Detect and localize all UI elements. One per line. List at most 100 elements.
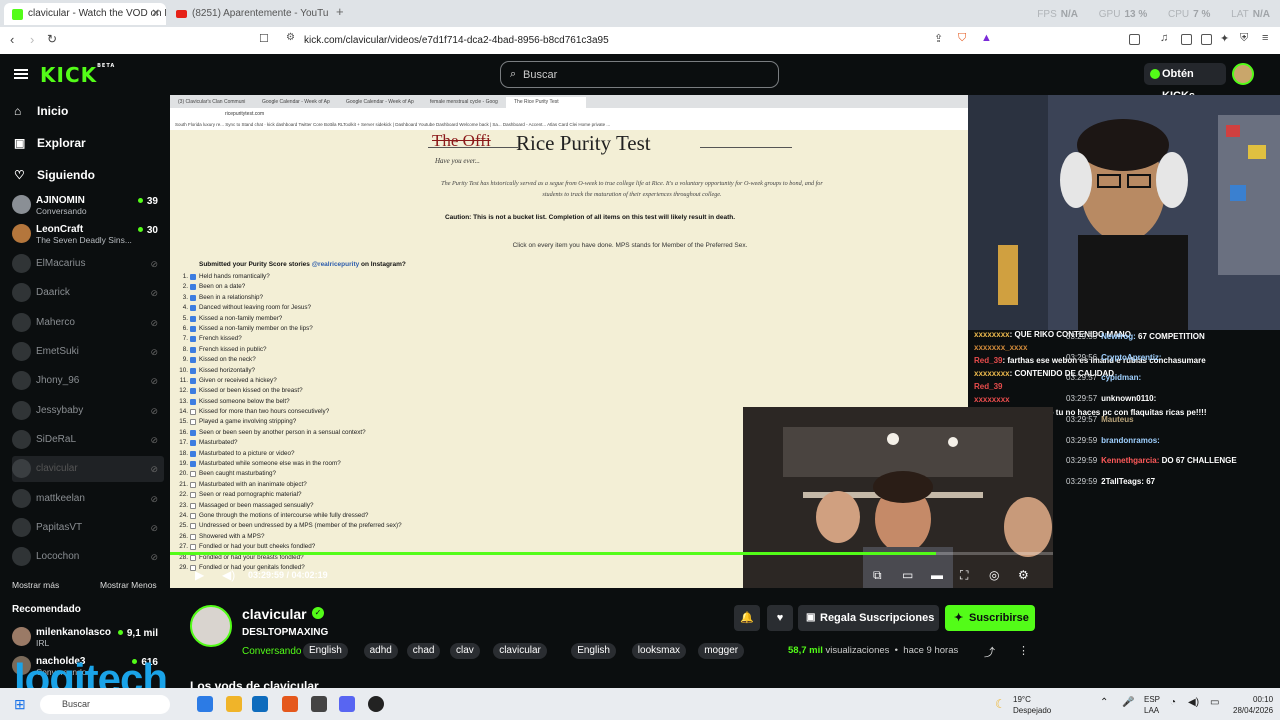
rice-question-item[interactable]: 19. Masturbated while someone else was in… — [170, 459, 730, 469]
leo-ai-icon[interactable]: ✦ — [1220, 32, 1229, 45]
sidebar-item-explorar[interactable]: ▣ Explorar — [14, 136, 86, 150]
kick-logo[interactable]: KICKBETA — [40, 63, 115, 87]
rice-question-item[interactable]: 3. Been in a relationship? — [170, 293, 730, 303]
brave-rewards-icon[interactable]: ▲ — [981, 32, 992, 44]
rice-question-item[interactable]: 18. Masturbated to a picture or video? — [170, 449, 730, 459]
settings-gear-icon[interactable]: ⚙ — [1018, 568, 1029, 582]
tag-pill[interactable]: looksmax — [631, 643, 687, 659]
question-checkbox[interactable] — [190, 419, 196, 426]
tag-pill[interactable]: chad — [406, 643, 441, 659]
question-checkbox[interactable] — [190, 367, 196, 374]
following-channel-offline[interactable]: Maherco ⊘ — [12, 310, 164, 336]
chat-user[interactable]: Red_39 — [974, 382, 1002, 391]
rice-question-item[interactable]: 2. Been on a date? — [170, 282, 730, 292]
taskbar-search[interactable]: Buscar — [40, 695, 170, 714]
rice-question-item[interactable]: 25. Undressed or been undressed by a MPS … — [170, 521, 730, 531]
seek-bar[interactable] — [170, 552, 1053, 555]
chat-user[interactable]: 2TallTeags: — [1101, 477, 1144, 486]
tag-pill[interactable]: English — [571, 643, 616, 659]
chat-user[interactable]: xxxxxxxx — [974, 330, 1010, 339]
rice-question-item[interactable]: 26. Showered with a MPS? — [170, 532, 730, 542]
show-more-button[interactable]: Mostrar más — [12, 580, 59, 590]
rice-question-item[interactable]: 10. Kissed horizontally? — [170, 366, 730, 376]
reload-icon[interactable]: ↻ — [47, 32, 57, 46]
question-checkbox[interactable] — [190, 429, 196, 436]
question-checkbox[interactable] — [190, 294, 196, 301]
question-checkbox[interactable] — [190, 502, 196, 509]
sidebar-item-inicio[interactable]: ⌂ Inicio — [14, 104, 68, 118]
share-icon[interactable]: ⤴ — [984, 644, 995, 660]
tag-pill[interactable]: English — [303, 643, 348, 659]
question-checkbox[interactable] — [190, 325, 196, 332]
question-checkbox[interactable] — [190, 512, 196, 519]
share-icon[interactable]: ⇪ — [934, 32, 943, 45]
subscribe-button[interactable]: Suscribirse — [945, 605, 1035, 631]
following-channel-offline[interactable]: ElMacarius ⊘ — [12, 251, 164, 277]
windows-start-icon[interactable]: ⊞ — [14, 696, 26, 713]
new-tab-icon[interactable]: + — [336, 4, 344, 19]
question-checkbox[interactable] — [190, 377, 196, 384]
following-channel-selected[interactable]: clavicular ⊘ — [12, 456, 164, 482]
tag-pill[interactable]: clavicular — [493, 643, 547, 659]
chat-user[interactable]: Mauteus — [1101, 415, 1133, 424]
chat-user[interactable]: xxxxxxxx — [974, 369, 1010, 378]
question-checkbox[interactable] — [190, 523, 196, 530]
rice-question-item[interactable]: 22. Seen or read pornographic material? — [170, 490, 730, 500]
following-channel-offline[interactable]: EmetSuki ⊘ — [12, 339, 164, 365]
battery-icon[interactable]: ▭ — [1210, 697, 1219, 708]
chat-user[interactable]: Red_39 — [974, 356, 1002, 365]
question-checkbox[interactable] — [190, 357, 196, 364]
tray-chevron-icon[interactable]: ⌃ — [1100, 697, 1108, 708]
vpn-icon[interactable]: ⛨ — [1240, 32, 1248, 45]
question-checkbox[interactable] — [190, 336, 196, 343]
back-icon[interactable]: ‹ — [10, 32, 14, 47]
play-icon[interactable]: ▶ — [195, 568, 204, 582]
following-channel-offline[interactable]: mattkeelan ⊘ — [12, 486, 164, 512]
app-icon[interactable] — [311, 696, 327, 712]
rice-question-item[interactable]: 8. French kissed in public? — [170, 345, 730, 355]
store-icon[interactable] — [252, 696, 268, 712]
chat-user[interactable]: brandonramos: — [1101, 436, 1160, 445]
browser-tab-youtube[interactable]: (8251) Aparentemente - YouTube — [168, 3, 328, 25]
user-avatar[interactable] — [1232, 63, 1254, 85]
clip-icon[interactable]: ⧉ — [873, 568, 882, 583]
following-channel-ajinomin[interactable]: AJINOMIN Conversando 39 — [12, 192, 164, 218]
question-checkbox[interactable] — [190, 481, 196, 488]
chat-user[interactable]: unknown0110: — [1101, 394, 1156, 403]
sidebar-item-siguiendo[interactable]: ♡ Siguiendo — [14, 168, 95, 182]
chat-user[interactable]: xxxxxxxx — [974, 395, 1010, 404]
rice-question-item[interactable]: 16. Seen or been seen by another person i… — [170, 428, 730, 438]
question-checkbox[interactable] — [190, 440, 196, 447]
fullscreen-icon[interactable]: ⛶ — [960, 568, 968, 583]
rice-question-item[interactable]: 21. Masturbated with an inanimate object? — [170, 480, 730, 490]
tag-pill[interactable]: adhd — [363, 643, 398, 659]
rice-question-item[interactable]: 4. Danced without leaving room for Jesus? — [170, 303, 730, 313]
question-checkbox[interactable] — [190, 492, 196, 499]
following-channel-leoncraft[interactable]: LeonCraft The Seven Deadly Sins... 30 — [12, 221, 164, 247]
following-channel-offline[interactable]: Jhony_96 ⊘ — [12, 368, 164, 394]
volume-icon[interactable]: ◀) — [222, 568, 235, 582]
rice-question-item[interactable]: 1. Held hands romantically? — [170, 272, 730, 282]
rice-question-item[interactable]: 27. Fondled or had your butt cheeks fondl… — [170, 542, 730, 552]
follow-heart-icon[interactable]: ♥ — [767, 605, 793, 631]
menu-icon[interactable]: ≡ — [1262, 32, 1268, 44]
question-checkbox[interactable] — [190, 274, 196, 280]
wallet-icon[interactable] — [1201, 34, 1212, 45]
chat-user[interactable]: Kennethgarcia: — [1101, 456, 1159, 465]
following-channel-offline[interactable]: Locochon ⊘ — [12, 544, 164, 570]
speaker-icon[interactable]: ◀) — [1188, 697, 1199, 708]
bookmark-icon[interactable]: ☐ — [259, 32, 269, 45]
tag-pill[interactable]: clav — [450, 643, 480, 659]
following-channel-offline[interactable]: PapitasVT ⊘ — [12, 515, 164, 541]
discord-icon[interactable] — [339, 696, 355, 712]
channel-name[interactable]: clavicular — [242, 606, 307, 622]
notification-bell-icon[interactable]: 🔔 — [734, 605, 760, 631]
folder-icon[interactable] — [226, 696, 242, 712]
theater-icon[interactable]: ▬ — [931, 568, 943, 582]
rice-question-item[interactable]: 14. Kissed for more than two hours consec… — [170, 407, 730, 417]
more-options-icon[interactable]: ⋮ — [1018, 644, 1029, 657]
speed-icon[interactable]: ◎ — [989, 568, 999, 582]
rice-question-item[interactable]: 11. Given or received a hickey? — [170, 376, 730, 386]
file-explorer-icon[interactable] — [197, 696, 213, 712]
show-less-button[interactable]: Mostrar Menos — [100, 580, 157, 590]
